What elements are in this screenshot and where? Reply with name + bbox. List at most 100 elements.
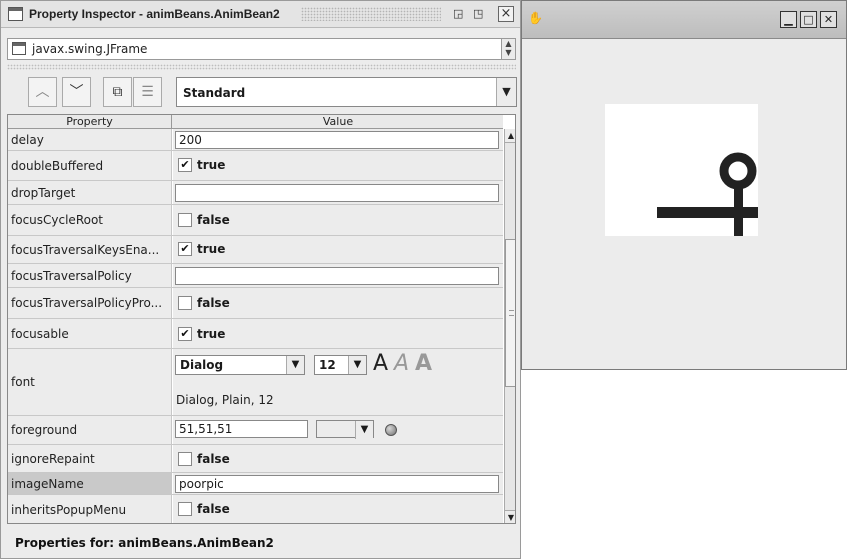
minimize-icon[interactable]: ◲: [453, 7, 463, 21]
value-input[interactable]: 200: [175, 131, 499, 149]
chevron-down-icon[interactable]: ▼: [496, 78, 516, 106]
property-value: ✔ true: [173, 319, 503, 348]
maximize-icon[interactable]: □: [800, 11, 817, 28]
table-row: ignoreRepaint false: [8, 445, 503, 473]
minimize-icon[interactable]: ▁: [780, 11, 797, 28]
property-value: false: [173, 205, 503, 235]
table-row: focusable ✔ true: [8, 319, 503, 349]
checkbox-checked[interactable]: ✔: [178, 327, 192, 341]
header-value[interactable]: Value: [173, 115, 503, 128]
font-family-select[interactable]: Dialog ▼: [175, 355, 305, 375]
property-value: [173, 264, 503, 287]
property-name[interactable]: delay: [8, 129, 172, 150]
table-row: focusTraversalKeysEna... ✔ true: [8, 236, 503, 264]
table-row: foreground 51,51,51 ▼: [8, 416, 503, 445]
close-icon[interactable]: ×: [498, 6, 514, 22]
class-name: javax.swing.JFrame: [32, 42, 148, 56]
property-value: Dialog ▼ 12 ▼ A A A Dialog, Plain, 12: [173, 349, 503, 415]
chevron-down-icon[interactable]: ▼: [286, 356, 304, 374]
anim-bean-window: ✋ ▁ □ ✕: [521, 0, 847, 370]
property-name[interactable]: font: [8, 349, 172, 415]
class-spinner[interactable]: ▲ ▼: [501, 39, 515, 59]
font-plain-icon[interactable]: A: [373, 351, 388, 376]
property-table: Property Value delay 200 doubleBuffered …: [7, 114, 516, 524]
status-bar: Properties for: animBeans.AnimBean2: [15, 536, 274, 550]
table-row: focusCycleRoot false: [8, 205, 503, 236]
chevron-down-icon[interactable]: ▼: [355, 421, 373, 439]
bool-label: false: [197, 213, 230, 227]
anim-figure: [657, 152, 758, 236]
checkbox-unchecked[interactable]: [178, 502, 192, 516]
bool-label: true: [197, 242, 226, 256]
table-row: font Dialog ▼ 12 ▼ A A A Dialog, Plain, …: [8, 349, 503, 416]
property-value: false: [173, 445, 503, 472]
table-row: delay 200: [8, 129, 503, 151]
property-name[interactable]: focusCycleRoot: [8, 205, 172, 235]
property-inspector-window: Property Inspector - animBeans.AnimBean2…: [0, 0, 521, 559]
checkbox-unchecked[interactable]: [178, 296, 192, 310]
property-name[interactable]: foreground: [8, 416, 172, 444]
inspector-titlebar[interactable]: Property Inspector - animBeans.AnimBean2…: [1, 1, 520, 28]
toolbar: ︿ ﹀ ⧉ ☰ Standard ▼: [7, 74, 517, 112]
property-value: false: [173, 288, 503, 318]
class-selector[interactable]: javax.swing.JFrame ▲ ▼: [7, 38, 516, 60]
color-value-input[interactable]: 51,51,51: [175, 420, 308, 438]
frame-icon: [8, 7, 23, 21]
grip-icon: [509, 310, 514, 316]
color-select[interactable]: ▼: [316, 420, 374, 439]
bool-label: false: [197, 296, 230, 310]
property-name[interactable]: ignoreRepaint: [8, 445, 172, 472]
property-value: ✔ true: [173, 236, 503, 263]
property-name[interactable]: focusTraversalPolicy: [8, 264, 172, 287]
value-input[interactable]: [175, 267, 499, 285]
property-name[interactable]: inheritsPopupMenu: [8, 495, 172, 523]
animation-canvas: [605, 104, 758, 236]
bool-label: true: [197, 158, 226, 172]
checkbox-checked[interactable]: ✔: [178, 158, 192, 172]
close-icon[interactable]: ✕: [820, 11, 837, 28]
property-value: 51,51,51 ▼: [173, 416, 503, 444]
table-row-selected: imageName poorpic: [8, 473, 503, 495]
anim-titlebar[interactable]: ✋ ▁ □ ✕: [522, 1, 846, 39]
property-name[interactable]: dropTarget: [8, 181, 172, 204]
property-name[interactable]: focusTraversalKeysEna...: [8, 236, 172, 263]
table-row: doubleBuffered ✔ true: [8, 151, 503, 181]
bool-label: true: [197, 327, 226, 341]
chevron-down-icon[interactable]: ▼: [348, 356, 366, 374]
frame-icon: [12, 42, 26, 55]
checkbox-checked[interactable]: ✔: [178, 242, 192, 256]
scroll-thumb[interactable]: [505, 239, 515, 387]
color-swatch-icon[interactable]: [385, 424, 397, 436]
table-row: focusTraversalPolicy: [8, 264, 503, 288]
font-family-value: Dialog: [180, 358, 224, 372]
font-italic-icon[interactable]: A: [394, 351, 409, 376]
property-name[interactable]: focusable: [8, 319, 172, 348]
view-mode-select[interactable]: Standard ▼: [176, 77, 517, 107]
property-name[interactable]: doubleBuffered: [8, 151, 172, 180]
bool-label: false: [197, 502, 230, 516]
value-input[interactable]: poorpic: [175, 475, 499, 493]
chevron-down-icon[interactable]: ﹀: [62, 77, 91, 107]
chevron-up-icon[interactable]: ︿: [28, 77, 57, 107]
value-input[interactable]: [175, 184, 499, 202]
vertical-scrollbar[interactable]: ▲ ▼: [504, 129, 515, 523]
scroll-up-icon[interactable]: ▲: [505, 129, 515, 143]
checkbox-unchecked[interactable]: [178, 213, 192, 227]
property-value: [173, 181, 503, 204]
font-size-value: 12: [319, 358, 336, 372]
maximize-icon[interactable]: ◳: [473, 7, 483, 21]
scroll-down-icon[interactable]: ▼: [505, 510, 515, 523]
table-header: Property Value: [8, 115, 503, 129]
property-value: 200: [173, 129, 503, 150]
header-property[interactable]: Property: [8, 115, 172, 129]
font-size-select[interactable]: 12 ▼: [314, 355, 367, 375]
copy-icon[interactable]: ⧉: [103, 77, 132, 107]
font-bold-icon[interactable]: A: [415, 351, 432, 376]
table-row: focusTraversalPolicyPro... false: [8, 288, 503, 319]
property-name[interactable]: imageName: [8, 473, 172, 494]
window-title: Property Inspector - animBeans.AnimBean2: [29, 7, 280, 21]
property-name[interactable]: focusTraversalPolicyPro...: [8, 288, 172, 318]
list-icon[interactable]: ☰: [133, 77, 162, 107]
checkbox-unchecked[interactable]: [178, 452, 192, 466]
property-value: poorpic: [173, 473, 503, 494]
